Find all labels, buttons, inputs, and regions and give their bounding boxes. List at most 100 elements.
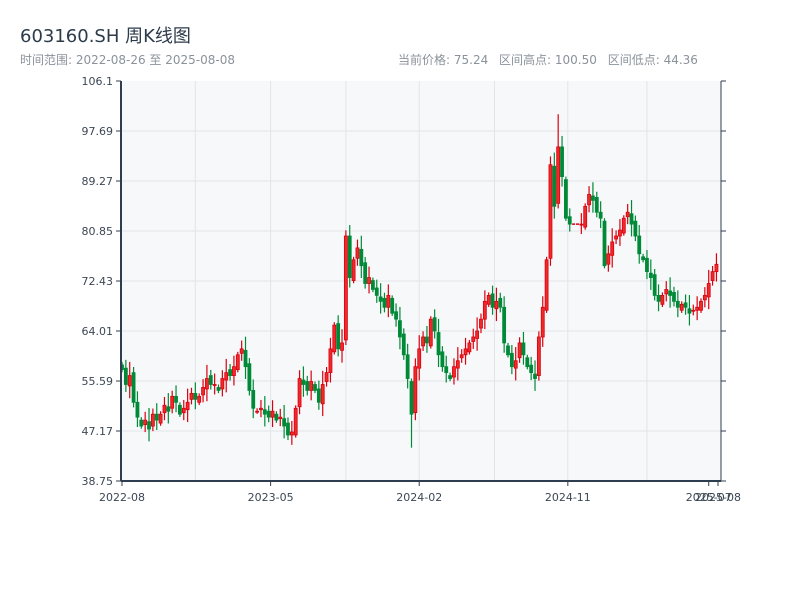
candle-body (637, 235, 642, 255)
x-tick-label: 2024-11 (545, 491, 591, 504)
candle-body (579, 223, 584, 226)
candle-body (687, 308, 692, 314)
candle-body (316, 388, 321, 403)
candle-body (166, 406, 171, 412)
candle-body (544, 259, 549, 311)
candle-body (482, 300, 487, 320)
candle-body (509, 352, 514, 368)
candle-body (143, 419, 148, 425)
candle-body (648, 272, 653, 278)
candle-body (235, 354, 240, 371)
candle-body (645, 257, 649, 273)
candle (390, 295, 395, 316)
candle-body (370, 280, 375, 290)
candle-body (475, 330, 480, 339)
candle-body (205, 378, 209, 390)
candle-body (123, 367, 128, 385)
candle-body (444, 366, 449, 374)
candle (583, 203, 588, 230)
candle-body (401, 333, 406, 356)
candle-body (255, 410, 260, 413)
candle-body (150, 413, 155, 427)
candle-body (181, 407, 186, 414)
candle-body (506, 345, 510, 356)
candle-body (417, 348, 422, 369)
candle (247, 358, 252, 396)
candle-body (560, 146, 564, 178)
candle-body (452, 366, 456, 378)
candle (602, 218, 607, 269)
candle-body (540, 306, 545, 338)
candle-body (224, 372, 229, 381)
candle (343, 230, 348, 346)
candle-body (208, 375, 213, 385)
candle-body (513, 360, 518, 369)
candle (332, 322, 337, 355)
candle-body (409, 381, 414, 415)
candlestick-chart: 106.1 97.69 89.27 80.85 72.43 64.01 55.59 47.17… (82, 75, 741, 504)
candle-body (660, 295, 665, 305)
candle (621, 215, 626, 236)
x-tick-label: 2025-08 (695, 491, 741, 504)
candle-body (374, 287, 379, 296)
candle-body (706, 283, 711, 298)
y-tick-label: 97.69 (82, 125, 114, 138)
candle-body (432, 317, 437, 332)
candle-body (216, 387, 221, 391)
candle-body (347, 235, 352, 278)
candle (428, 316, 433, 349)
candle-body (521, 342, 526, 356)
candle-body (220, 378, 225, 390)
y-tick-label: 55.59 (82, 375, 114, 388)
candle-body (606, 253, 611, 265)
candle-body (301, 379, 306, 385)
candle-body (664, 289, 669, 295)
candle-body (610, 241, 615, 256)
candle-body (668, 290, 673, 296)
candle-body (702, 295, 707, 301)
candle-body (367, 277, 371, 284)
candle-body (467, 342, 472, 353)
candle-body (162, 404, 167, 414)
candle-body (436, 332, 441, 356)
candle-body (591, 195, 595, 201)
candle-body (714, 263, 719, 273)
candle-body (455, 360, 460, 369)
candle-body (691, 309, 696, 312)
candle-body (274, 413, 279, 421)
candle-body (502, 306, 507, 344)
candle-body (351, 259, 356, 281)
y-tick-label: 47.17 (82, 425, 114, 438)
candle-body (614, 235, 618, 240)
candle-body (548, 164, 553, 259)
candle-body (340, 342, 344, 351)
candle-body (529, 364, 534, 374)
candle-body (251, 390, 256, 409)
candle-body (158, 413, 163, 424)
candle-body (239, 348, 244, 354)
candle-body (683, 302, 688, 308)
candle-body (583, 205, 588, 228)
candle-body (154, 413, 159, 421)
candle-body (170, 395, 175, 409)
candle (564, 176, 568, 221)
candle-body (629, 213, 634, 225)
candle-body (363, 262, 368, 284)
y-tick-label: 106.1 (82, 75, 114, 88)
candle-body (390, 297, 395, 314)
candle-body (201, 387, 205, 396)
candle-body (336, 323, 341, 350)
candle-body (394, 311, 398, 320)
y-tick-label: 72.43 (82, 275, 114, 288)
candle-body (641, 256, 645, 261)
candle-body (378, 296, 383, 302)
candle-body (282, 418, 287, 427)
candle-body (587, 194, 591, 206)
candle-body (479, 318, 483, 329)
candle-body (355, 247, 360, 259)
candle-body (398, 320, 402, 338)
y-tick-label: 89.27 (82, 175, 114, 188)
candle-body (463, 348, 468, 356)
candle-body (405, 354, 410, 379)
candle-body (270, 410, 275, 418)
